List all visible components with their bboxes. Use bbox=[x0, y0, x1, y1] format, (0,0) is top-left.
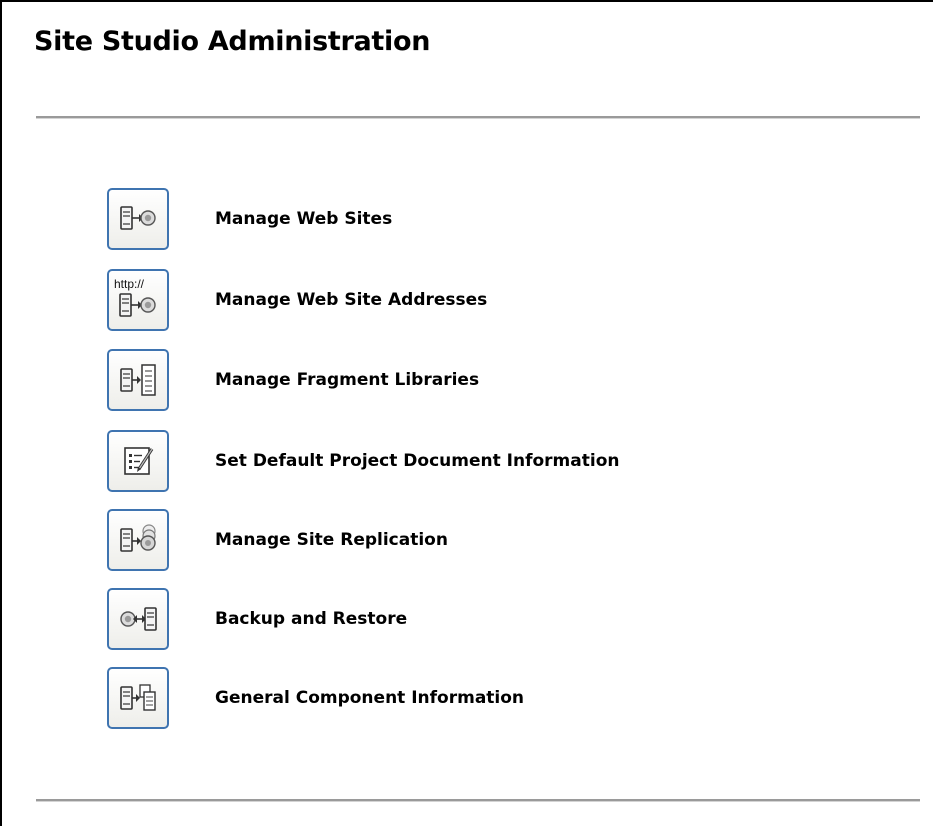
menu-item-set-default-project-document-information[interactable]: Set Default Project Document Information bbox=[107, 430, 619, 492]
server-arrow-components-icon[interactable] bbox=[107, 667, 169, 729]
server-replication-icon[interactable] bbox=[107, 509, 169, 571]
menu-item-label[interactable]: Manage Web Sites bbox=[215, 209, 392, 229]
menu-item-manage-web-site-addresses[interactable]: http:// Manage Web Site Addresses bbox=[107, 269, 487, 331]
http-icon-text: http:// bbox=[114, 277, 145, 291]
menu-item-manage-site-replication[interactable]: Manage Site Replication bbox=[107, 509, 448, 571]
admin-panel: Site Studio Administration Manage Web Si… bbox=[0, 0, 933, 826]
top-divider bbox=[36, 116, 920, 119]
server-arrow-globe-icon[interactable] bbox=[107, 188, 169, 250]
menu-item-backup-and-restore[interactable]: Backup and Restore bbox=[107, 588, 407, 650]
menu-item-manage-web-sites[interactable]: Manage Web Sites bbox=[107, 188, 392, 250]
menu-item-general-component-information[interactable]: General Component Information bbox=[107, 667, 524, 729]
document-edit-icon[interactable] bbox=[107, 430, 169, 492]
menu-item-label[interactable]: General Component Information bbox=[215, 688, 524, 708]
menu-item-label[interactable]: Manage Fragment Libraries bbox=[215, 370, 479, 390]
menu-item-manage-fragment-libraries[interactable]: Manage Fragment Libraries bbox=[107, 349, 479, 411]
bottom-divider bbox=[36, 799, 920, 802]
menu-item-label[interactable]: Set Default Project Document Information bbox=[215, 451, 619, 471]
menu-item-label[interactable]: Manage Site Replication bbox=[215, 530, 448, 550]
http-server-globe-icon[interactable]: http:// bbox=[107, 269, 169, 331]
menu-item-label[interactable]: Manage Web Site Addresses bbox=[215, 290, 487, 310]
backup-restore-icon[interactable] bbox=[107, 588, 169, 650]
server-arrow-document-icon[interactable] bbox=[107, 349, 169, 411]
page-title: Site Studio Administration bbox=[34, 26, 431, 57]
menu-item-label[interactable]: Backup and Restore bbox=[215, 609, 407, 629]
